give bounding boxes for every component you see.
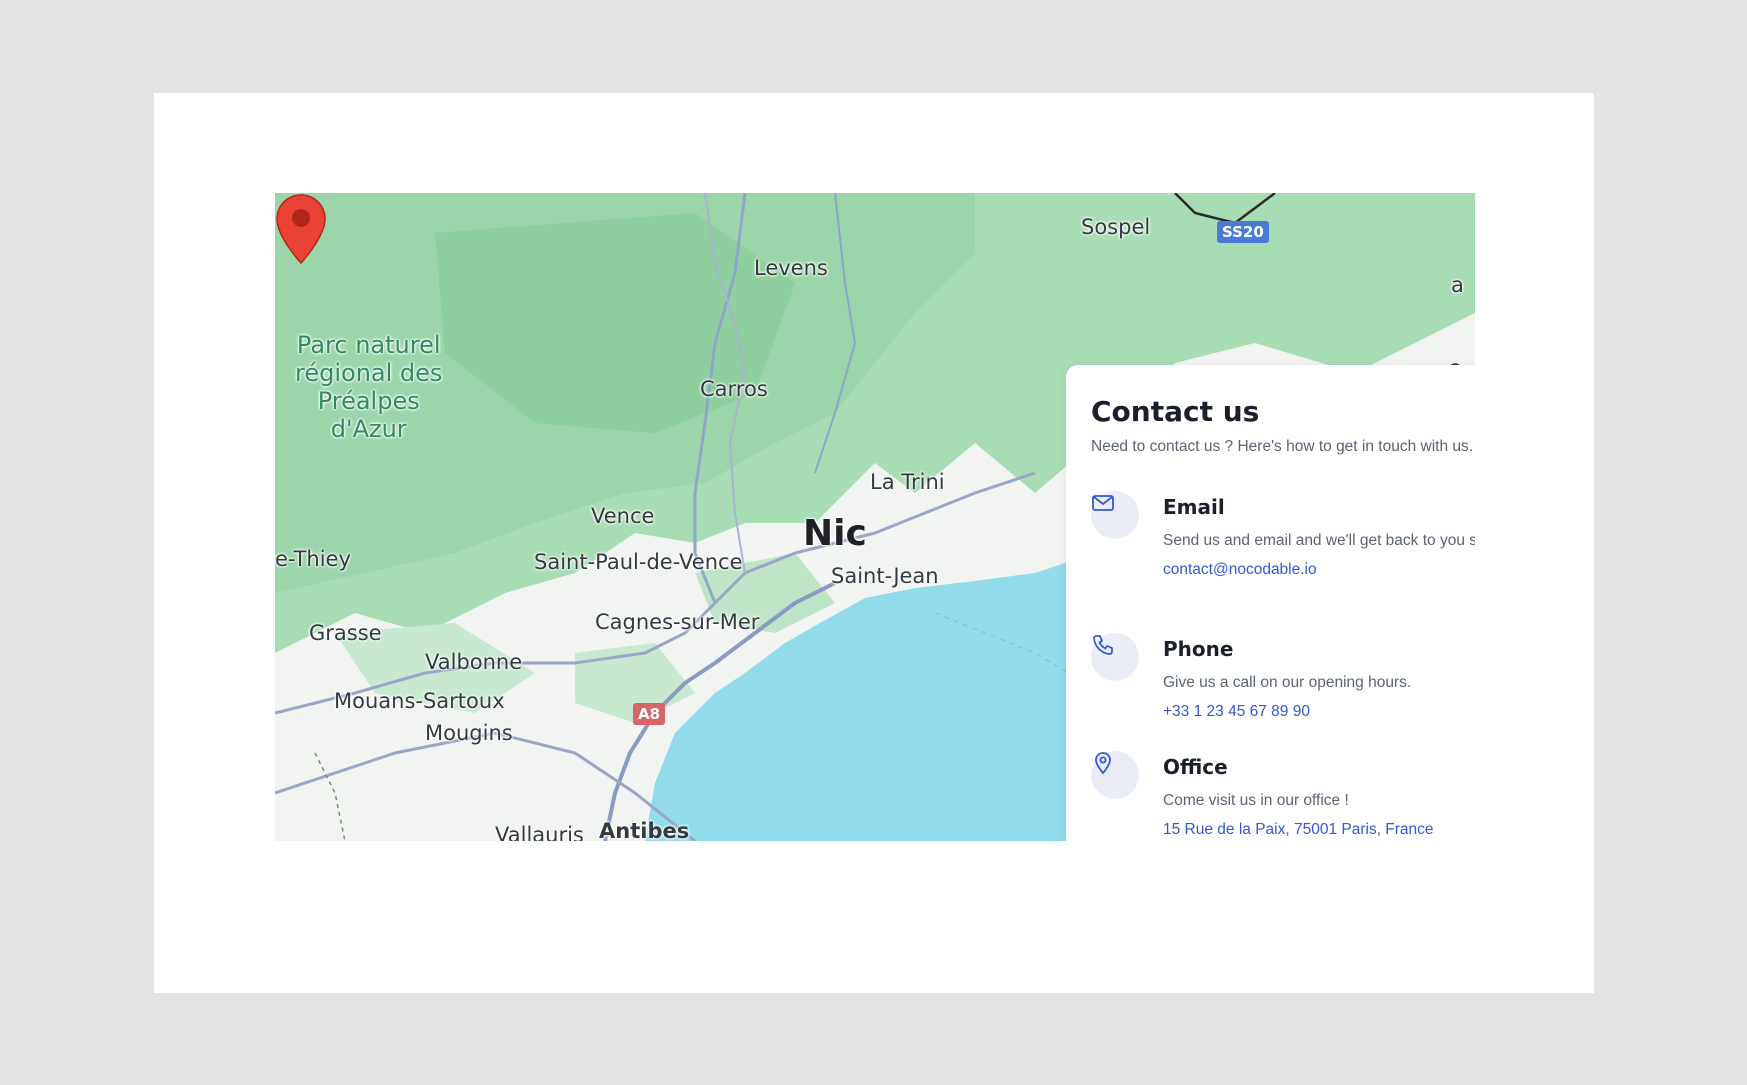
place-sospel: Sospel [1081,215,1151,239]
place-mouans-sartoux: Mouans-Sartoux [334,689,505,713]
office-link[interactable]: 15 Rue de la Paix, 75001 Paris, France [1163,821,1475,839]
email-link[interactable]: contact@nocodable.io [1163,561,1475,579]
place-carros: Carros [700,377,768,401]
mail-icon-wrap [1091,491,1139,539]
email-title: Email [1163,495,1225,519]
place-saint-paul: Saint-Paul-de-Vence [534,550,743,574]
place-la-trinite: La Trini [870,470,945,494]
map[interactable]: Sospel SS20 Levens Parc naturel régional… [275,193,1475,841]
place-parc-prealpes: Parc naturel régional des Préalpes d'Azu… [295,331,443,443]
map-pin-icon-wrap [1091,751,1139,799]
page-container: Sospel SS20 Levens Parc naturel régional… [154,93,1594,993]
place-valbonne: Valbonne [425,650,523,674]
place-vence: Vence [591,504,655,528]
office-description: Come visit us in our office ! [1163,792,1349,809]
map-pin-icon [1095,752,1111,775]
mail-icon [1092,495,1114,511]
map-pin-marker[interactable] [275,193,327,265]
phone-title: Phone [1163,637,1234,661]
place-vallauris: Vallauris [495,823,584,841]
place-saint-jean: Saint-Jean [831,564,939,588]
office-title: Office [1163,755,1228,779]
place-nice: Nic [803,513,867,554]
email-description: Send us and email and we'll get back to … [1163,532,1475,549]
contact-card: Contact us Need to contact us ? Here's h… [1066,365,1475,841]
place-thiey: e-Thiey [275,547,351,571]
phone-description: Give us a call on our opening hours. [1163,674,1412,691]
place-cagnes: Cagnes-sur-Mer [595,610,760,634]
place-levens: Levens [754,256,828,280]
road-badge-ss20: SS20 [1217,221,1269,243]
place-mougins: Mougins [425,721,513,745]
place-edge-a: a [1451,273,1464,297]
place-grasse: Grasse [309,621,382,645]
contact-subtitle: Need to contact us ? Here's how to get i… [1091,438,1474,455]
place-antibes: Antibes [599,819,690,841]
phone-icon-wrap [1091,633,1139,681]
contact-title: Contact us [1091,395,1260,428]
road-badge-a8: A8 [633,703,666,725]
phone-link[interactable]: +33 1 23 45 67 89 90 [1163,703,1475,721]
phone-icon [1093,635,1113,655]
